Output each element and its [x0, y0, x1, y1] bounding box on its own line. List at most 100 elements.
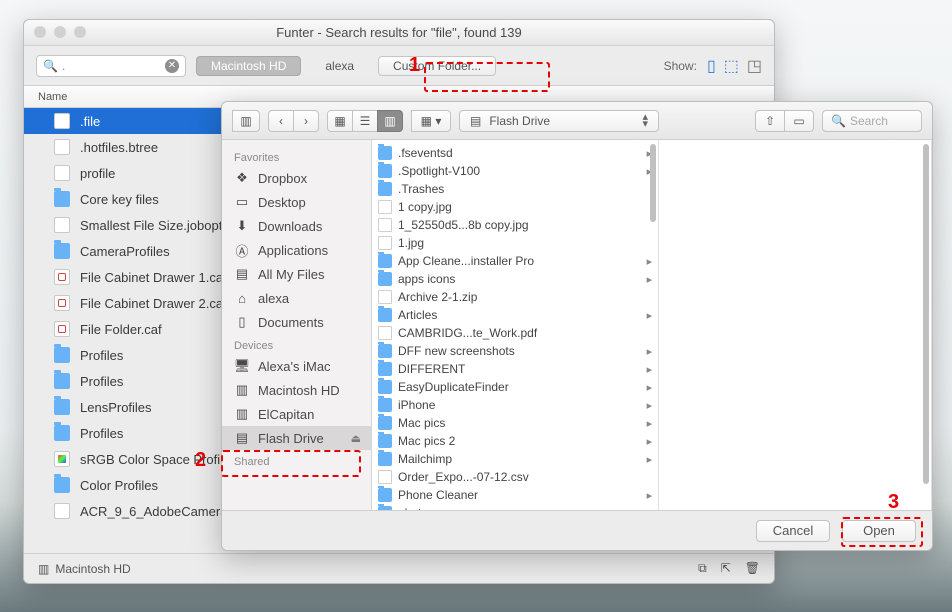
column-1[interactable]: .fseventsd▸.Spotlight-V100▸.Trashes 1 cop…: [372, 140, 659, 510]
column-item[interactable]: Phone Cleaner▸: [372, 486, 658, 504]
arrange-button[interactable]: ▦ ▾: [411, 110, 451, 132]
ext-icon: ▤: [234, 430, 250, 446]
item-icon: [378, 182, 392, 196]
trash-icon[interactable]: 🗑: [745, 561, 760, 576]
sidebar-item-downloads[interactable]: ⬇Downloads: [222, 214, 371, 238]
copy-icon[interactable]: ⧉: [698, 561, 707, 576]
path-popup[interactable]: ▤ Flash Drive ▴▾: [459, 110, 659, 132]
sidebar-toggle[interactable]: ▥: [232, 110, 260, 132]
forward-button[interactable]: ›: [293, 110, 319, 132]
column-item[interactable]: .fseventsd▸: [372, 144, 658, 162]
view-column-button[interactable]: ▥: [377, 110, 403, 132]
open-button[interactable]: Open: [842, 520, 916, 542]
sidebar-item-dropbox[interactable]: ❖Dropbox: [222, 166, 371, 190]
column-item[interactable]: 1 copy.jpg: [372, 198, 658, 216]
sidebar-item-documents[interactable]: ▯Documents: [222, 310, 371, 334]
scrollbar[interactable]: [923, 144, 929, 484]
column-item[interactable]: Mailchimp ▸: [372, 450, 658, 468]
tags-button[interactable]: ▭: [784, 110, 814, 132]
chevron-right-icon: ▸: [647, 399, 653, 412]
chevron-right-icon: ▸: [647, 345, 653, 358]
eject-icon[interactable]: ⏏: [351, 432, 361, 445]
chevron-right-icon: ▸: [647, 417, 653, 430]
column-item[interactable]: App Cleane...installer Pro▸: [372, 252, 658, 270]
back-button[interactable]: ‹: [268, 110, 294, 132]
sidebar-label: Alexa's iMac: [258, 359, 331, 374]
sidebar-item-all-my-files[interactable]: ▤All My Files: [222, 262, 371, 286]
file-icon: [54, 425, 70, 441]
column-item[interactable]: DFF new screenshots▸: [372, 342, 658, 360]
col-name[interactable]: Name: [38, 91, 67, 103]
chevron-right-icon: ▸: [647, 489, 653, 502]
column-item[interactable]: Archive 2-1.zip: [372, 288, 658, 306]
item-name: EasyDuplicateFinder: [398, 380, 509, 394]
open-toolbar: ▥ ‹ › ▦ ☰ ▥ ▦ ▾ ▤ Flash Drive ▴▾ ⇧ ▭ 🔍 S…: [222, 102, 932, 140]
column-item[interactable]: 1_52550d5...8b copy.jpg: [372, 216, 658, 234]
file-icon: [54, 191, 70, 207]
open-sidebar[interactable]: Favorites❖Dropbox▭Desktop⬇DownloadsⒶAppl…: [222, 140, 372, 510]
traffic-lights[interactable]: [34, 26, 86, 38]
sidebar-item-alexa[interactable]: ⌂alexa: [222, 286, 371, 310]
show-hidden-icon[interactable]: ⬚: [724, 56, 739, 76]
show-files-icon[interactable]: ▯: [707, 56, 716, 76]
share-button[interactable]: ⇧: [755, 110, 785, 132]
view-icon-button[interactable]: ▦: [327, 110, 353, 132]
column-2[interactable]: [659, 140, 932, 510]
hd-icon: ▥: [234, 406, 250, 422]
column-item[interactable]: Order_Expo...-07-12.csv: [372, 468, 658, 486]
cancel-button[interactable]: Cancel: [756, 520, 830, 542]
show-packages-icon[interactable]: ◳: [747, 56, 762, 76]
location-macintosh-hd[interactable]: Macintosh HD: [196, 56, 301, 76]
search-input[interactable]: 🔍 . ✕: [36, 55, 186, 77]
open-search-input[interactable]: 🔍 Search: [822, 110, 922, 132]
clear-search-icon[interactable]: ✕: [165, 59, 179, 73]
item-name: photos: [398, 506, 434, 510]
window-title: Funter - Search results for "file", foun…: [276, 25, 522, 40]
sidebar-item-macintosh-hd[interactable]: ▥Macintosh HD: [222, 378, 371, 402]
location-alexa[interactable]: alexa: [311, 56, 368, 76]
sidebar-item-alexa-s-imac[interactable]: 🖥 Alexa's iMac: [222, 354, 371, 378]
column-item[interactable]: Mac pics ▸: [372, 414, 658, 432]
item-name: 1 copy.jpg: [398, 200, 452, 214]
chevron-right-icon: ▸: [647, 453, 653, 466]
column-item[interactable]: Articles▸: [372, 306, 658, 324]
file-icon: [54, 503, 70, 519]
column-item[interactable]: apps icons▸: [372, 270, 658, 288]
item-name: Mac pics: [398, 416, 445, 430]
apps-icon: Ⓐ: [234, 242, 250, 258]
column-item[interactable]: photos▸: [372, 504, 658, 510]
view-list-button[interactable]: ☰: [352, 110, 378, 132]
sidebar-label: All My Files: [258, 267, 324, 282]
downloads-icon: ⬇: [234, 218, 250, 234]
item-icon: [378, 452, 392, 466]
sidebar-item-elcapitan[interactable]: ▥ElCapitan: [222, 402, 371, 426]
item-icon: [378, 272, 392, 286]
chevron-right-icon: ▸: [647, 255, 653, 268]
imac-icon: 🖥: [234, 358, 250, 374]
file-name: File Cabinet Drawer 1.caf: [80, 270, 227, 285]
item-name: apps icons: [398, 272, 455, 286]
export-icon[interactable]: ⇱: [721, 561, 731, 576]
sidebar-item-desktop[interactable]: ▭Desktop: [222, 190, 371, 214]
column-item[interactable]: iPhone ▸: [372, 396, 658, 414]
item-icon: [378, 326, 392, 340]
item-name: Mailchimp: [398, 452, 452, 466]
column-item[interactable]: .Spotlight-V100▸: [372, 162, 658, 180]
column-item[interactable]: EasyDuplicateFinder▸: [372, 378, 658, 396]
show-label: Show:: [664, 59, 697, 73]
column-item[interactable]: DIFFERENT▸: [372, 360, 658, 378]
item-name: iPhone: [398, 398, 435, 412]
hd-icon: ▥: [234, 382, 250, 398]
item-name: Articles: [398, 308, 437, 322]
column-item[interactable]: .Trashes: [372, 180, 658, 198]
column-item[interactable]: 1.jpg: [372, 234, 658, 252]
scrollbar[interactable]: [650, 144, 656, 222]
sidebar-item-flash-drive[interactable]: ▤Flash Drive⏏: [222, 426, 371, 450]
sidebar-heading: Shared: [222, 450, 371, 470]
column-item[interactable]: Mac pics 2▸: [372, 432, 658, 450]
column-item[interactable]: CAMBRIDG...te_Work.pdf: [372, 324, 658, 342]
custom-folder-button[interactable]: Custom Folder...: [378, 56, 496, 76]
file-name: Color Profiles: [80, 478, 158, 493]
file-icon: [54, 139, 70, 155]
sidebar-item-applications[interactable]: ⒶApplications: [222, 238, 371, 262]
